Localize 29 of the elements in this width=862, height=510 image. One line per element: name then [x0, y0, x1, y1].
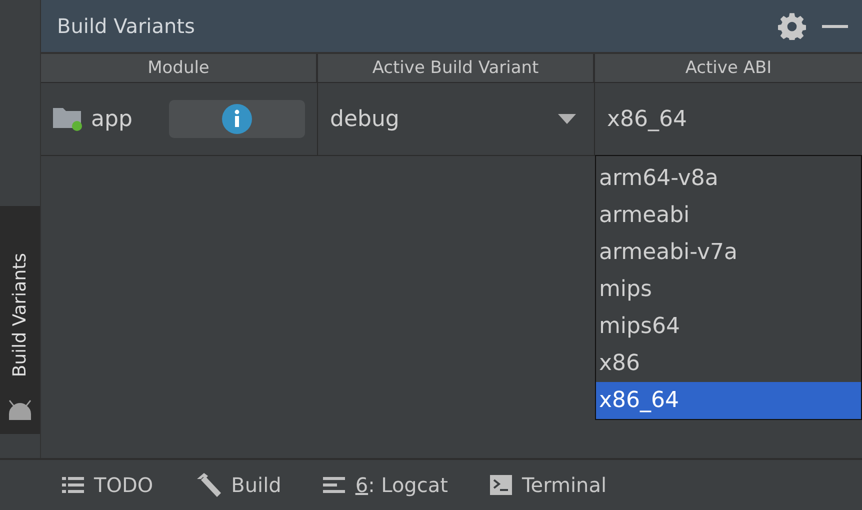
tool-window-tab[interactable]: TODO	[62, 473, 154, 497]
list-option[interactable]: x86	[596, 345, 861, 382]
list-option[interactable]: armeabi-v7a	[596, 234, 861, 271]
tool-window-tab[interactable]: Build	[195, 473, 282, 497]
terminal-icon	[490, 475, 512, 495]
abi-value[interactable]: x86_64	[607, 106, 688, 132]
android-icon	[7, 400, 33, 420]
lines-icon	[323, 476, 346, 494]
panel-title: Build Variants	[57, 14, 196, 38]
list-option[interactable]: mips64	[596, 308, 861, 345]
list-option[interactable]: x86_64	[596, 382, 861, 419]
side-tab[interactable]: Build Variants	[0, 206, 40, 434]
list-icon	[62, 476, 84, 494]
minus-icon	[822, 24, 848, 28]
module-name: app	[91, 106, 132, 132]
variant-dropdown[interactable]: debug	[330, 106, 582, 132]
tool-window-tab[interactable]: 6: Logcat	[323, 473, 448, 497]
column-header: Active Build Variant	[318, 54, 595, 82]
list-option[interactable]: armeabi	[596, 197, 861, 234]
tool-window-tab[interactable]: Terminal	[490, 473, 607, 497]
column-header: Module	[41, 54, 318, 82]
caret-icon	[558, 114, 576, 124]
gear-icon	[778, 12, 806, 40]
folder-icon	[53, 106, 83, 132]
info-icon	[222, 104, 252, 134]
hammer-icon	[195, 473, 222, 497]
list-option[interactable]: arm64-v8a	[596, 160, 861, 197]
list-option[interactable]: mips	[596, 271, 861, 308]
column-header: Active ABI	[684, 57, 773, 80]
